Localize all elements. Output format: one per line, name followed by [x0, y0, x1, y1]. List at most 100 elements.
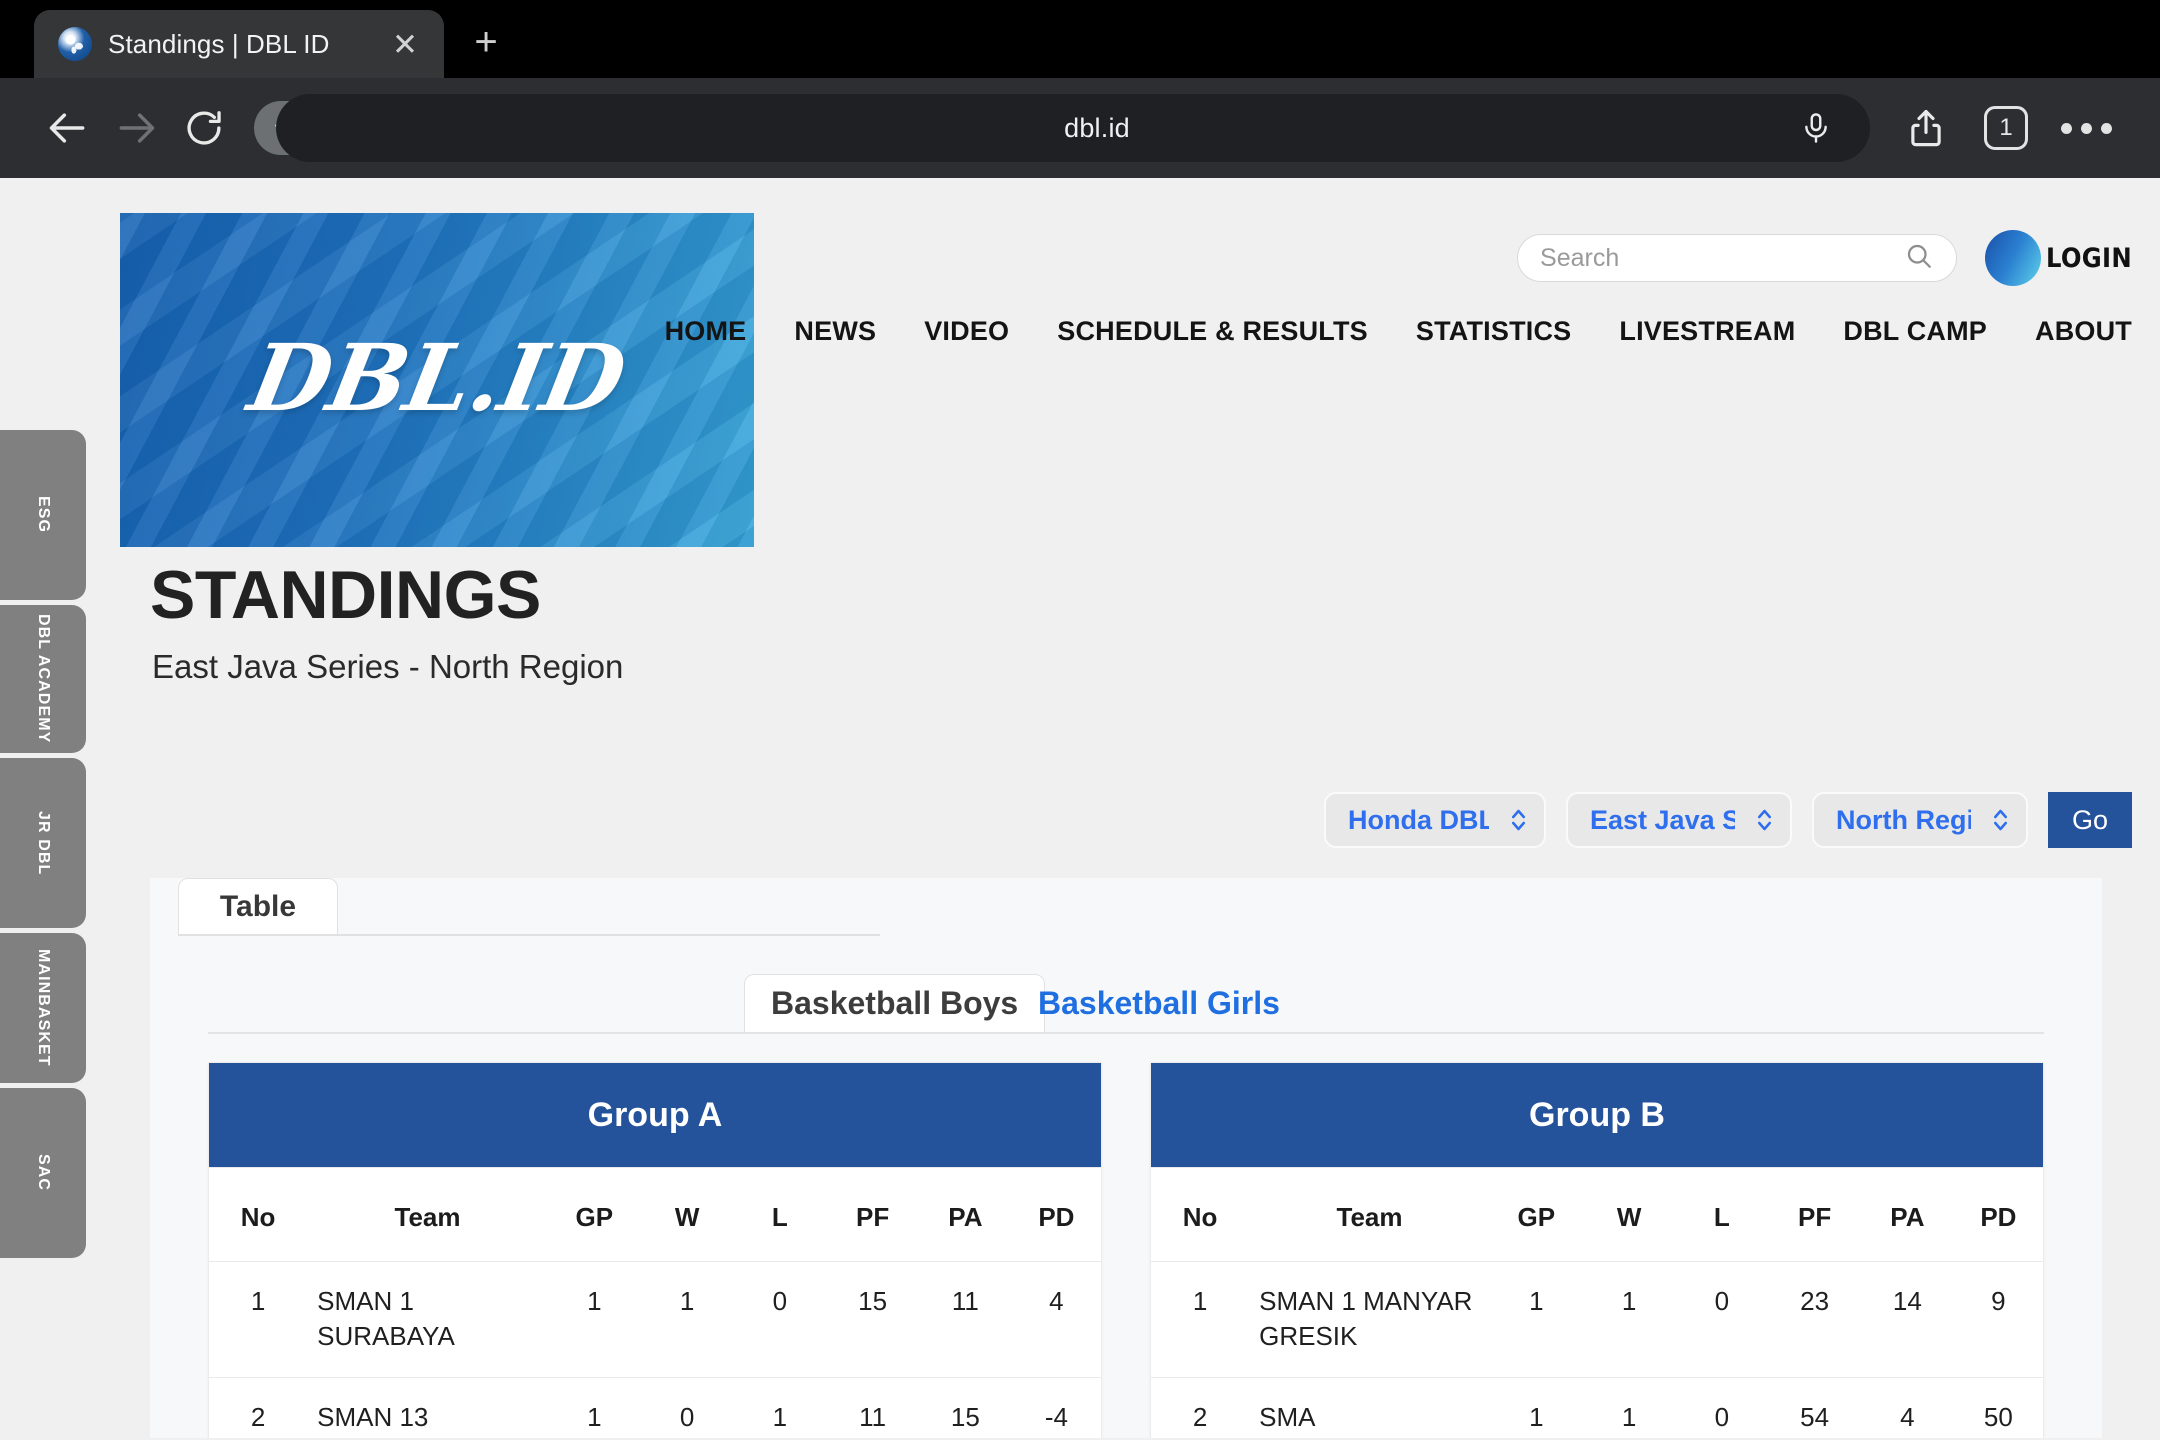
page-subtitle: East Java Series - North Region: [152, 648, 624, 685]
cell-team: SMAN 13 SURABAYA: [307, 1377, 548, 1438]
series-select[interactable]: East Java Series: [1566, 792, 1792, 848]
table-row[interactable]: 1 SMAN 1 SURABAYA 1 1 0 15 11 4: [209, 1261, 1101, 1379]
page-title: STANDINGS: [150, 557, 541, 633]
chevron-updown-icon: [1981, 805, 2010, 835]
login-button[interactable]: LOGIN: [1985, 230, 2132, 286]
rail-item-label: MAINBASKET: [35, 949, 52, 1067]
cell-w: 0: [640, 1377, 734, 1438]
cell-pa: 14: [1861, 1261, 1954, 1379]
col-pf: PF: [1768, 1167, 1861, 1262]
rail-item-esg[interactable]: ESG: [0, 430, 86, 600]
more-options-icon[interactable]: [2046, 94, 2126, 162]
col-pf: PF: [826, 1167, 919, 1262]
table-header-row: No Team GP W L PF PA PD: [1151, 1167, 2043, 1262]
col-pd: PD: [1953, 1167, 2043, 1262]
header-utilities: LOGIN: [1517, 230, 2132, 286]
cell-w: 1: [640, 1261, 734, 1379]
chevron-updown-icon: [1499, 805, 1528, 835]
login-label: LOGIN: [2046, 242, 2132, 274]
browser-window: Standings | DBL ID ✕ + dbl.id 1 ESG DBL …: [0, 0, 2160, 1440]
primary-tabs-divider: [178, 934, 880, 936]
globe-icon: [58, 27, 92, 61]
nav-item-statistics[interactable]: STATISTICS: [1416, 316, 1572, 347]
cell-pd: 9: [1953, 1261, 2043, 1379]
toolbar-actions: 1: [1886, 94, 2126, 162]
nav-item-livestream[interactable]: LIVESTREAM: [1619, 316, 1795, 347]
table-row[interactable]: 2 SMAN 13 SURABAYA 1 0 1 11 15 -4: [209, 1377, 1101, 1438]
col-team: Team: [1249, 1167, 1490, 1262]
primary-tabs: Table: [150, 878, 2102, 936]
season-select[interactable]: Honda DBL 2024-202: [1324, 792, 1546, 848]
season-select-value: Honda DBL 2024-202: [1348, 804, 1489, 835]
tab-basketball-boys[interactable]: Basketball Boys: [744, 974, 1046, 1032]
col-no: No: [1151, 1167, 1250, 1262]
rail-item-sac[interactable]: SAC: [0, 1088, 86, 1258]
region-select[interactable]: North Region: [1812, 792, 2028, 848]
search-box[interactable]: [1517, 234, 1958, 282]
rail-item-label: ESG: [35, 496, 52, 534]
cell-gp: 1: [547, 1377, 641, 1438]
nav-item-home[interactable]: HOME: [665, 316, 747, 347]
site-logo-text: DBL.ID: [240, 323, 634, 432]
cell-l: 0: [1675, 1261, 1769, 1379]
col-l: L: [733, 1167, 827, 1262]
table-header-row: No Team GP W L PF PA PD: [209, 1167, 1101, 1262]
cell-pa: 4: [1861, 1377, 1954, 1438]
site-logo-banner[interactable]: DBL.ID: [120, 213, 754, 547]
group-b-title: Group B: [1151, 1063, 2043, 1167]
group-b-table: No Team GP W L PF PA PD 1 SMAN 1 MANYAR …: [1151, 1167, 2043, 1438]
col-w: W: [1582, 1167, 1676, 1262]
rail-item-mainbasket[interactable]: MAINBASKET: [0, 933, 86, 1083]
series-select-value: East Java Series: [1590, 804, 1735, 835]
cell-no: 2: [209, 1377, 308, 1438]
rail-item-dbl-academy[interactable]: DBL ACADEMY: [0, 605, 86, 753]
tab-table[interactable]: Table: [178, 878, 338, 934]
category-tabs-divider: [208, 1032, 2044, 1034]
back-icon[interactable]: [34, 94, 102, 162]
filter-bar: Honda DBL 2024-202 East Java Series Nort…: [1324, 792, 2132, 848]
nav-item-video[interactable]: VIDEO: [924, 316, 1009, 347]
nav-item-about[interactable]: ABOUT: [2035, 316, 2132, 347]
group-b-card: Group B No Team GP W L PF PA PD 1 SMAN 1…: [1150, 1062, 2044, 1438]
rail-item-jr-dbl[interactable]: JR DBL: [0, 758, 86, 928]
new-tab-button[interactable]: +: [456, 12, 516, 72]
close-icon[interactable]: ✕: [382, 21, 428, 67]
tab-basketball-girls[interactable]: Basketball Girls: [1012, 974, 1306, 1032]
side-rail: ESG DBL ACADEMY JR DBL MAINBASKET SAC: [0, 430, 86, 1263]
main-navigation: HOME NEWS VIDEO SCHEDULE & RESULTS STATI…: [665, 316, 2132, 347]
browser-toolbar: dbl.id 1: [0, 78, 2160, 178]
tab-count-badge: 1: [1984, 106, 2028, 150]
browser-tab[interactable]: Standings | DBL ID ✕: [34, 10, 444, 78]
tab-count-button[interactable]: 1: [1966, 94, 2046, 162]
cell-pa: 15: [919, 1377, 1012, 1438]
group-a-title: Group A: [209, 1063, 1101, 1167]
rail-item-label: DBL ACADEMY: [35, 614, 52, 744]
table-row[interactable]: 2 SMA MUHAMMADIYAH 2 SURABAYA 1 1 0 54 4…: [1151, 1377, 2043, 1438]
standings-panel: Table Basketball Boys Basketball Girls G…: [150, 878, 2102, 1438]
search-input[interactable]: [1540, 243, 1905, 273]
microphone-icon[interactable]: [1762, 94, 1870, 162]
col-l: L: [1675, 1167, 1769, 1262]
reload-icon[interactable]: [170, 94, 238, 162]
cell-pf: 54: [1768, 1377, 1861, 1438]
nav-item-news[interactable]: NEWS: [794, 316, 876, 347]
cell-pd: 4: [1011, 1261, 1101, 1379]
table-row[interactable]: 1 SMAN 1 MANYAR GRESIK 1 1 0 23 14 9: [1151, 1261, 2043, 1379]
url-text: dbl.id: [1064, 112, 1130, 143]
cell-pf: 23: [1768, 1261, 1861, 1379]
rail-item-label: JR DBL: [35, 810, 52, 876]
browser-tab-title: Standings | DBL ID: [108, 28, 330, 59]
browser-tab-strip: Standings | DBL ID ✕ +: [0, 0, 2160, 78]
cell-pf: 11: [826, 1377, 919, 1438]
cell-pf: 15: [826, 1261, 919, 1379]
nav-item-dbl-camp[interactable]: DBL CAMP: [1843, 316, 1987, 347]
nav-item-schedule-results[interactable]: SCHEDULE & RESULTS: [1057, 316, 1368, 347]
search-icon[interactable]: [1904, 241, 1934, 276]
cell-team: SMAN 1 MANYAR GRESIK: [1249, 1261, 1490, 1379]
cell-w: 1: [1582, 1261, 1676, 1379]
address-bar[interactable]: dbl.id: [276, 94, 1870, 162]
go-button[interactable]: Go: [2048, 792, 2132, 848]
cell-l: 0: [1675, 1377, 1769, 1438]
avatar: [1985, 230, 2042, 286]
share-icon[interactable]: [1886, 94, 1966, 162]
